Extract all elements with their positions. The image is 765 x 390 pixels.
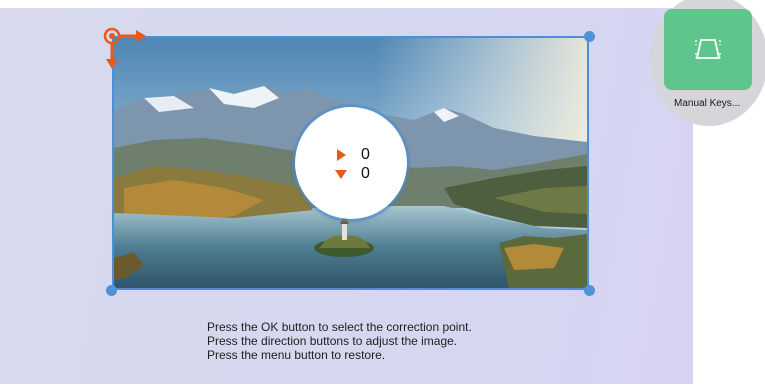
arrow-down-icon — [106, 44, 118, 69]
corner-handle-top-right[interactable] — [584, 31, 595, 42]
mode-label: Manual Keys... — [674, 98, 741, 109]
horizontal-value: 0 — [361, 146, 370, 163]
instruction-line-2: Press the direction buttons to adjust th… — [207, 334, 458, 348]
corner-handle-bottom-left[interactable] — [106, 285, 117, 296]
vertical-value: 0 — [361, 165, 370, 182]
screen: 0 0 Press the OK button to select the co… — [0, 0, 765, 390]
instruction-line-3: Press the menu button to restore. — [207, 348, 386, 362]
manual-keystone-button[interactable] — [664, 9, 752, 90]
arrow-right-icon — [119, 30, 146, 42]
triangle-down-icon — [335, 170, 347, 179]
horizontal-value-row: 0 — [335, 146, 370, 164]
correction-value-bubble: 0 0 — [295, 107, 407, 219]
vertical-value-row: 0 — [335, 165, 370, 183]
keystone-icon — [695, 39, 721, 59]
instruction-line-1: Press the OK button to select the correc… — [207, 320, 472, 334]
instructions: Press the OK button to select the correc… — [207, 320, 472, 362]
corner-handle-bottom-right[interactable] — [584, 285, 595, 296]
triangle-right-icon — [337, 149, 346, 161]
